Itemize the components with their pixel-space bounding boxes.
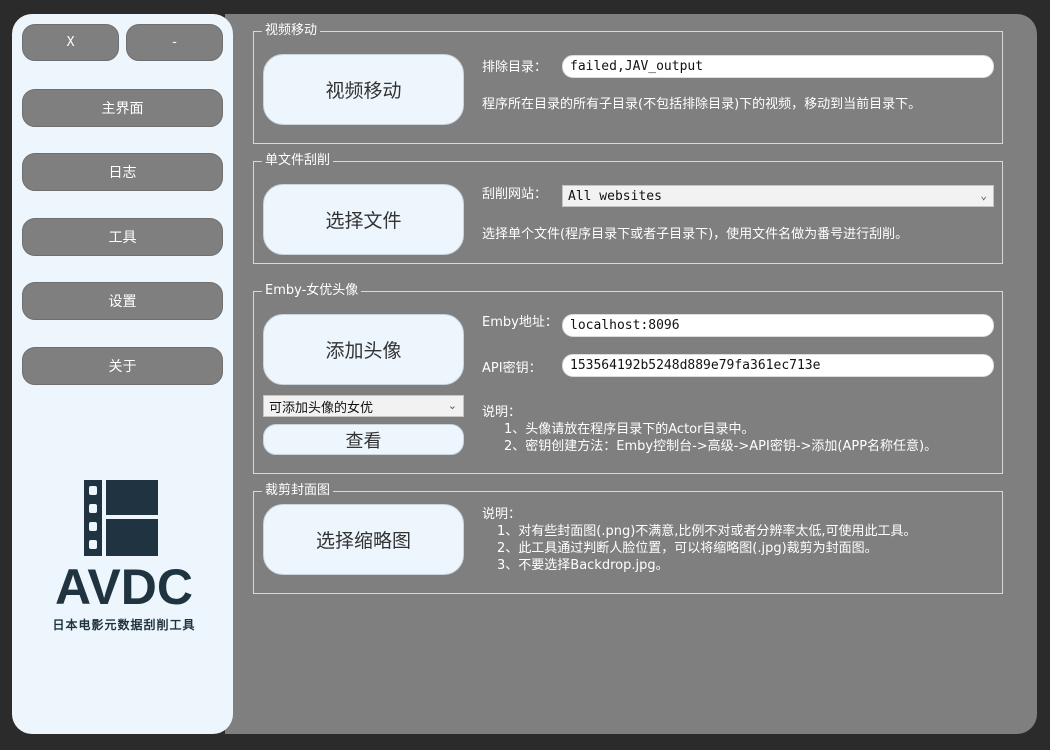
note-title: 说明：	[482, 405, 522, 420]
single-scrape-description: 选择单个文件(程序目录下或者子目录下)，使用文件名做为番号进行刮削。	[482, 227, 909, 242]
logo-text: AVDC	[55, 559, 193, 615]
video-move-button[interactable]: 视频移动	[263, 54, 464, 125]
emby-avatar-group: Emby-女优头像 添加头像 可添加头像的女优 ⌄ 查看 Emby地址： loc…	[253, 282, 1003, 474]
select-file-button[interactable]: 选择文件	[263, 184, 464, 255]
select-thumbnail-button[interactable]: 选择缩略图	[263, 504, 464, 575]
exclude-dir-input[interactable]: failed,JAV_output	[562, 55, 994, 78]
group-title: 单文件刮削	[262, 152, 334, 170]
emby-address-input[interactable]: localhost:8096	[562, 314, 994, 337]
avdc-logo: AVDC 日本电影元数据刮削工具	[44, 480, 204, 640]
exclude-dir-label: 排除目录：	[482, 60, 548, 75]
single-scrape-group: 单文件刮削 选择文件 刮削网站： All websites ⌄ 选择单个文件(程…	[253, 152, 1003, 264]
video-move-group: 视频移动 视频移动 排除目录： failed,JAV_output 程序所在目录…	[253, 22, 1003, 144]
app-window: X - 主界面 日志 工具 设置 关于 AVDC 日本电影元数据刮削工具 视频移…	[0, 0, 1050, 750]
sidebar-item-tools[interactable]: 工具	[22, 218, 223, 256]
group-title: Emby-女优头像	[262, 282, 362, 300]
scrape-site-value: All websites	[568, 188, 662, 204]
api-key-input[interactable]: 153564192b5248d889e79fa361ec713e	[562, 354, 994, 377]
group-title: 视频移动	[262, 22, 321, 40]
crop-cover-group: 裁剪封面图 选择缩略图 说明： 1、对有些封面图(.png)不满意,比例不对或者…	[253, 482, 1003, 594]
scrape-site-label: 刮削网站：	[482, 187, 548, 202]
note-line: 2、密钥创建方法：Emby控制台->高级->API密钥->添加(APP名称任意)…	[504, 439, 938, 454]
chevron-down-icon: ⌄	[447, 399, 457, 412]
note-line: 1、对有些封面图(.png)不满意,比例不对或者分辨率太低,可使用此工具。	[497, 524, 917, 539]
logo-subtitle: 日本电影元数据刮削工具	[52, 618, 196, 632]
note-line: 3、不要选择Backdrop.jpg。	[497, 558, 669, 573]
close-button[interactable]: X	[22, 24, 119, 61]
sidebar: X - 主界面 日志 工具 设置 关于 AVDC 日本电影元数据刮削工具	[12, 14, 233, 734]
chevron-down-icon: ⌄	[980, 189, 987, 202]
api-key-label: API密钥：	[482, 361, 542, 376]
scrape-site-select[interactable]: All websites ⌄	[562, 185, 994, 207]
view-button[interactable]: 查看	[263, 424, 464, 455]
sidebar-item-settings[interactable]: 设置	[22, 282, 223, 320]
actress-select[interactable]: 可添加头像的女优 ⌄	[263, 395, 464, 417]
add-avatar-button[interactable]: 添加头像	[263, 314, 464, 385]
sidebar-item-about[interactable]: 关于	[22, 347, 223, 385]
video-move-description: 程序所在目录的所有子目录(不包括排除目录)下的视频，移动到当前目录下。	[482, 97, 922, 112]
actress-select-value: 可添加头像的女优	[269, 400, 374, 416]
sidebar-item-log[interactable]: 日志	[22, 153, 223, 191]
note-line: 2、此工具通过判断人脸位置，可以将缩略图(.jpg)裁剪为封面图。	[497, 541, 878, 556]
group-title: 裁剪封面图	[262, 482, 334, 500]
film-logo-icon	[84, 480, 158, 556]
emby-address-label: Emby地址：	[482, 315, 558, 330]
minimize-button[interactable]: -	[126, 24, 223, 61]
sidebar-item-main[interactable]: 主界面	[22, 89, 223, 127]
note-line: 1、头像请放在程序目录下的Actor目录中。	[504, 422, 755, 437]
note-title: 说明：	[482, 507, 522, 522]
